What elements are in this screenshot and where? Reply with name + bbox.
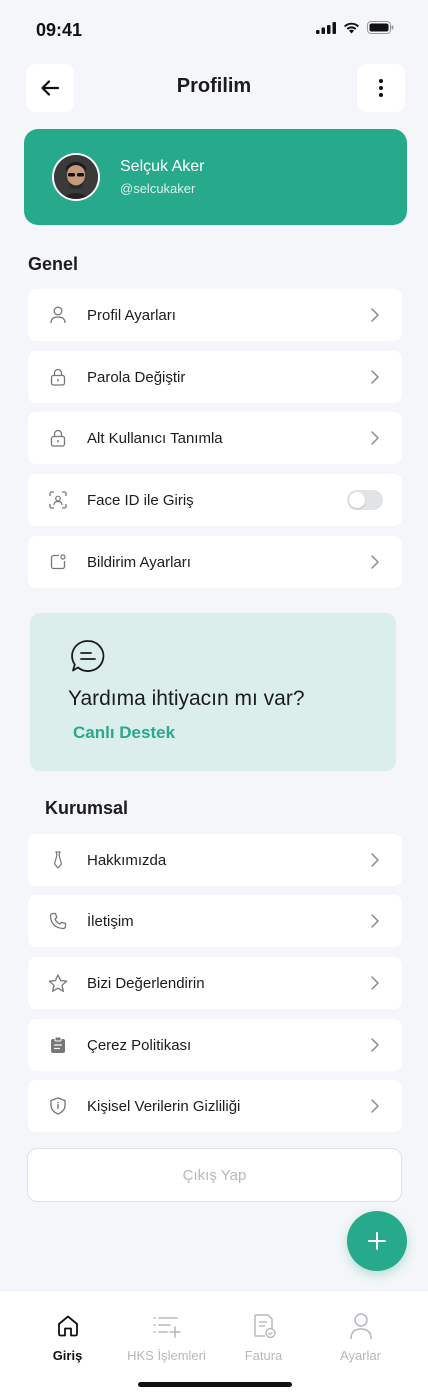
add-fab-button[interactable] [347, 1211, 407, 1271]
list-add-icon [152, 1317, 181, 1338]
nav-label: HKS İşlemleri [127, 1348, 206, 1363]
section-title-corporate: Kurumsal [45, 798, 129, 818]
bottom-nav: Giriş HKS İşlemleri Fatura Ayarlar [0, 1290, 428, 1397]
nav-label: Giriş [52, 1348, 83, 1363]
menu-item-cookie-policy[interactable]: Çerez Politikası [28, 1019, 402, 1071]
menu-item-label: Alt Kullanıcı Tanımla [87, 429, 223, 447]
menu-item-label: Çerez Politikası [87, 1036, 192, 1054]
plus-icon [368, 1232, 386, 1250]
chevron-right-icon [371, 1099, 379, 1113]
chevron-right-icon [371, 914, 379, 928]
user-icon [48, 305, 68, 325]
profile-card[interactable]: Selçuk Aker @selcukaker [24, 129, 407, 225]
nav-item-invoice[interactable]: Fatura [210, 1309, 317, 1363]
avatar [52, 153, 100, 201]
nav-item-settings[interactable]: Ayarlar [307, 1309, 414, 1363]
shield-icon [48, 1096, 68, 1116]
star-icon [48, 973, 68, 993]
chevron-right-icon [371, 370, 379, 384]
more-options-button[interactable] [357, 64, 405, 112]
section-title-general: Genel [28, 254, 79, 274]
nav-item-home[interactable]: Giriş [14, 1309, 121, 1363]
clipboard-icon [48, 1035, 68, 1055]
nav-label: Ayarlar [340, 1348, 381, 1363]
chevron-right-icon [371, 555, 379, 569]
help-title: Yardıma ihtiyacın mı var? [68, 687, 305, 710]
chevron-right-icon [371, 308, 379, 322]
help-card: Yardıma ihtiyacın mı var? Canlı Destek [30, 613, 396, 771]
signal-icon [316, 21, 336, 34]
menu-item-profile-settings[interactable]: Profil Ayarları [28, 289, 402, 341]
status-time: 09:41 [36, 20, 83, 40]
menu-item-label: Bildirim Ayarları [87, 553, 191, 571]
menu-item-label: Profil Ayarları [87, 306, 176, 324]
battery-icon [367, 21, 394, 34]
toggle-knob [349, 492, 365, 508]
face-id-icon [48, 490, 68, 510]
menu-item-sub-user[interactable]: Alt Kullanıcı Tanımla [28, 412, 402, 464]
menu-item-face-id: Face ID ile Giriş [28, 474, 402, 526]
menu-item-notification-settings[interactable]: Bildirim Ayarları [28, 536, 402, 588]
menu-item-label: Parola Değiştir [87, 368, 186, 386]
menu-item-label: Face ID ile Giriş [87, 491, 194, 509]
nav-label: Fatura [244, 1348, 283, 1363]
top-bar: Profilim [0, 64, 428, 112]
logout-button[interactable]: Çıkış Yap [27, 1148, 402, 1202]
menu-item-label: Kişisel Verilerin Gizliliği [87, 1097, 241, 1115]
chevron-right-icon [371, 853, 379, 867]
nav-item-hks[interactable]: HKS İşlemleri [113, 1309, 220, 1363]
status-bar: 09:41 [0, 0, 428, 60]
menu-item-label: Hakkımızda [87, 851, 167, 869]
menu-item-label: Bizi Değerlendirin [87, 974, 205, 992]
menu-item-rate-us[interactable]: Bizi Değerlendirin [28, 957, 402, 1009]
home-icon [57, 1315, 78, 1337]
menu-item-change-password[interactable]: Parola Değiştir [28, 351, 402, 403]
menu-item-contact[interactable]: İletişim [28, 895, 402, 947]
invoice-icon [253, 1314, 276, 1339]
wifi-icon [344, 22, 359, 33]
chevron-right-icon [371, 431, 379, 445]
tie-icon [48, 850, 68, 870]
phone-icon [48, 911, 68, 931]
notification-icon [48, 552, 68, 572]
chevron-right-icon [371, 976, 379, 990]
lock-icon [48, 428, 68, 448]
menu-item-about[interactable]: Hakkımızda [28, 834, 402, 886]
home-indicator [138, 1382, 292, 1387]
menu-item-label: İletişim [87, 912, 134, 930]
profile-name: Selçuk Aker [120, 158, 205, 175]
face-id-toggle[interactable] [347, 490, 383, 510]
chat-bubble-icon [71, 640, 105, 672]
chevron-right-icon [371, 1038, 379, 1052]
user-profile-icon [349, 1313, 372, 1340]
profile-username: @selcukaker [120, 181, 196, 196]
lock-icon [48, 367, 68, 387]
live-support-link[interactable]: Canlı Destek [73, 723, 175, 743]
more-vertical-icon [379, 79, 383, 97]
status-icons [316, 21, 394, 34]
menu-item-privacy[interactable]: Kişisel Verilerin Gizliliği [28, 1080, 402, 1132]
